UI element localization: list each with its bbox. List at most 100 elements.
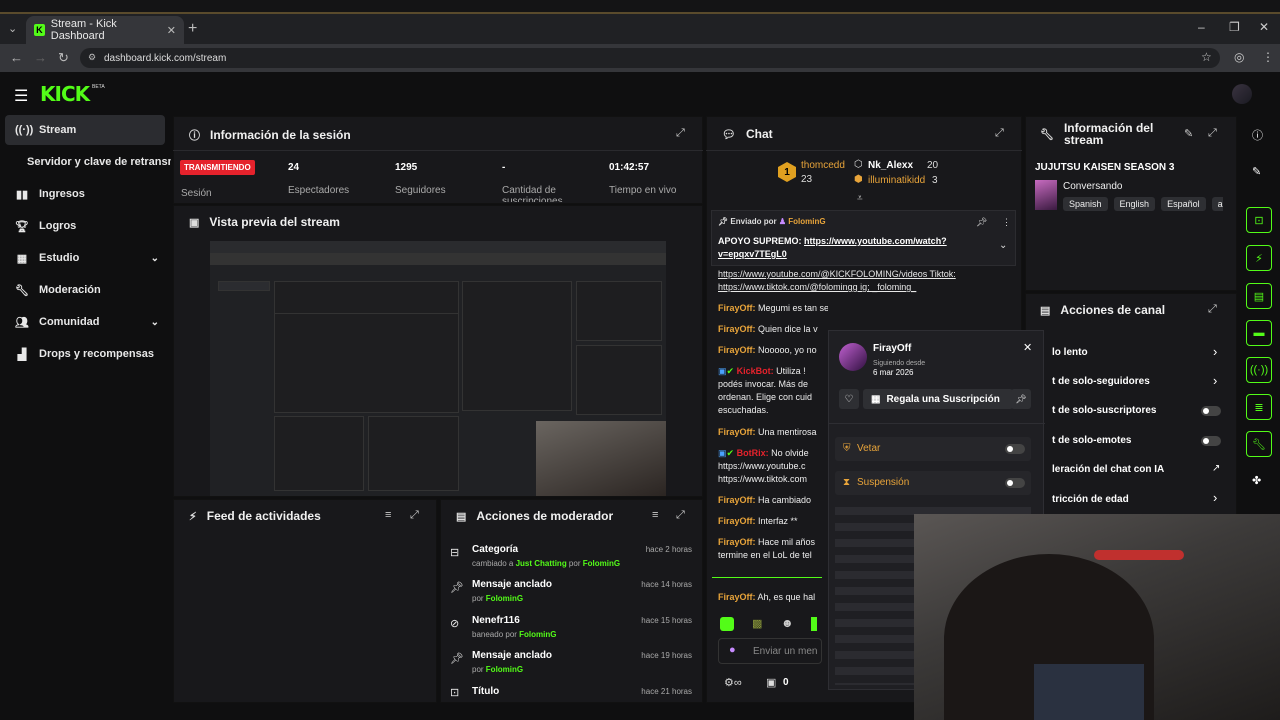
pinned-message[interactable]: 📌︎ Enviado por ♟ FolominG APOYO SUPREMO:…	[711, 210, 1016, 266]
suspension-toggle[interactable]	[1005, 478, 1025, 488]
top-gifter-name[interactable]: Nk_Alexx	[868, 160, 913, 171]
chat-user[interactable]: FirayOff:	[718, 427, 756, 437]
forward-icon[interactable]: →	[34, 50, 47, 65]
sidebar-item-stream[interactable]: ((·)) Stream	[5, 115, 165, 145]
camera-icon[interactable]: ⊡	[1246, 207, 1272, 233]
site-info-icon[interactable]: ⚙	[88, 52, 96, 63]
layers-icon[interactable]: ≣	[1246, 394, 1272, 420]
tag-chip[interactable]: a	[1211, 197, 1223, 211]
browser-tab[interactable]: K Stream - Kick Dashboard ✕	[26, 16, 184, 44]
lightning-icon[interactable]: ⚡︎	[1246, 245, 1272, 271]
list-item[interactable]: 📌︎ Mensaje anclado por FolominG hace 14 …	[450, 579, 695, 603]
reload-icon[interactable]: ↻	[58, 50, 69, 66]
expand-icon[interactable]: ⩡	[857, 193, 863, 204]
chat-user[interactable]: KickBot:	[737, 366, 774, 376]
popout-icon[interactable]: ⤢	[676, 509, 685, 522]
channel-action-label[interactable]: lo lento	[1052, 347, 1088, 358]
window-close-icon[interactable]: ✕	[1259, 20, 1269, 34]
tag-chip[interactable]: Español	[1161, 197, 1206, 211]
pin-icon: 📌︎	[450, 653, 464, 665]
emote-only-toggle[interactable]	[1201, 436, 1221, 446]
address-bar[interactable]: dashboard.kick.com/stream	[80, 48, 1220, 68]
broadcast-icon[interactable]: ((·))	[1246, 357, 1272, 383]
puzzle-icon[interactable]: ✤	[1252, 474, 1261, 487]
gift-sub-button[interactable]: ▦ Regala una Suscripción	[863, 389, 1013, 409]
browser-menu-icon[interactable]: ⋮	[1262, 50, 1274, 64]
vetar-toggle[interactable]	[1005, 444, 1025, 454]
top-gifter-name[interactable]: illuminatikidd	[868, 175, 925, 186]
channel-action-label[interactable]: tricción de edad	[1052, 494, 1129, 505]
chat-user[interactable]: FirayOff:	[718, 592, 756, 602]
list-item[interactable]: ⊟ Categoría cambiado a Just Chatting por…	[450, 544, 695, 568]
back-icon[interactable]: ←	[10, 50, 23, 65]
subs-only-toggle[interactable]	[1201, 406, 1221, 416]
stream-preview-video[interactable]	[210, 241, 666, 496]
channel-action-label[interactable]: leración del chat con IA	[1052, 464, 1164, 475]
close-icon[interactable]: ✕	[1023, 341, 1032, 354]
pin-icon[interactable]: 📌︎	[1011, 389, 1031, 409]
vetar-row[interactable]: ⛨ Vetar	[835, 437, 1031, 461]
suspension-row[interactable]: ⧗ Suspensión	[835, 471, 1031, 495]
top-gifter-name[interactable]: thomcedd	[801, 160, 845, 171]
sidebar-item-ingresos[interactable]: ▮▮ Ingresos	[5, 179, 165, 209]
chat-user[interactable]: FirayOff:	[718, 495, 756, 505]
sidebar-item-server-key[interactable]: Servidor y clave de retransmisión	[5, 147, 171, 177]
filter-icon[interactable]: ≡	[385, 509, 391, 521]
emote-kick-icon[interactable]	[720, 617, 734, 631]
popout-icon[interactable]: ⤢	[1208, 127, 1217, 140]
chat-user[interactable]: FirayOff:	[718, 324, 756, 334]
popout-icon[interactable]: ⤢	[1208, 303, 1217, 316]
chevron-down-icon[interactable]: ⌄	[999, 240, 1007, 251]
sidebar-item-moderacion[interactable]: 🔧︎ Moderación	[5, 275, 165, 305]
emote-icon[interactable]	[811, 617, 817, 631]
popout-icon[interactable]: ⤢	[676, 127, 685, 140]
wrench-icon[interactable]: 🔧︎	[1246, 431, 1272, 457]
chat-user[interactable]: FirayOff:	[718, 537, 756, 547]
tag-chip[interactable]: Spanish	[1063, 197, 1108, 211]
settings-icon[interactable]: ⚙∞	[724, 676, 742, 689]
chevron-right-icon[interactable]: ›	[1213, 373, 1217, 388]
sidebar-item-logros[interactable]: 🏆︎ Logros	[5, 211, 165, 241]
minimize-icon[interactable]: –	[1198, 20, 1205, 34]
unpin-icon[interactable]: 📌︎	[976, 217, 987, 228]
filter-icon[interactable]: ≡	[652, 509, 658, 521]
maximize-icon[interactable]: ❐	[1229, 20, 1240, 34]
chat-user[interactable]: FirayOff:	[718, 345, 756, 355]
follow-heart-icon[interactable]: ♡	[839, 389, 859, 409]
clipboard-icon[interactable]: ▤	[1246, 283, 1272, 309]
channel-action-label[interactable]: t de solo-seguidores	[1052, 376, 1150, 387]
new-tab-icon[interactable]: +	[188, 20, 197, 38]
sidebar-item-estudio[interactable]: ▦ Estudio ⌄	[5, 243, 165, 273]
chevron-right-icon[interactable]: ›	[1213, 490, 1217, 505]
list-item[interactable]: ⊘ Nenefr116 baneado por FolominG hace 15…	[450, 615, 695, 639]
chat-input[interactable]: ● Enviar un men	[718, 638, 822, 664]
sidebar-item-comunidad[interactable]: 👥︎ Comunidad ⌄	[5, 307, 165, 337]
sidebar-item-drops[interactable]: ▟ Drops y recompensas	[5, 339, 165, 369]
kick-logo[interactable]: KICK	[40, 82, 90, 106]
chat-text[interactable]: https://www.youtube.com/@KICKFOLOMING/vi…	[718, 269, 956, 292]
emote-icon[interactable]: ▩	[752, 617, 762, 630]
profile-icon[interactable]: ◎	[1234, 50, 1244, 64]
info-icon[interactable]: ⓘ	[1252, 127, 1263, 143]
external-link-icon[interactable]: ↗	[1212, 463, 1220, 474]
more-icon[interactable]: ⋮	[1002, 217, 1011, 228]
tag-chip[interactable]: English	[1113, 197, 1156, 211]
edit-icon[interactable]: ✎	[1252, 165, 1261, 178]
tab-search-icon[interactable]: ⌄	[8, 22, 17, 35]
chat-user[interactable]: FirayOff:	[718, 516, 756, 526]
edit-icon[interactable]: ✎	[1184, 127, 1193, 140]
list-item[interactable]: 📌︎ Mensaje anclado por FolominG hace 19 …	[450, 650, 695, 674]
chat-user[interactable]: FirayOff:	[718, 303, 756, 313]
chat-user[interactable]: BotRix:	[737, 448, 769, 458]
chat-icon[interactable]: ▬	[1246, 320, 1272, 346]
list-item[interactable]: ⊡ Título hace 21 horas	[450, 686, 695, 699]
close-tab-icon[interactable]: ✕	[167, 24, 176, 37]
chevron-right-icon[interactable]: ›	[1213, 344, 1217, 359]
popout-icon[interactable]: ⤢	[410, 509, 419, 522]
bookmark-star-icon[interactable]: ☆	[1201, 50, 1212, 64]
emote-face-icon[interactable]: ☻	[781, 616, 794, 630]
sidebar-item-label: Servidor y clave de retransmisión	[27, 156, 171, 168]
menu-icon[interactable]: ☰	[14, 86, 28, 106]
avatar[interactable]	[1232, 84, 1252, 104]
popout-icon[interactable]: ⤢	[995, 127, 1004, 140]
